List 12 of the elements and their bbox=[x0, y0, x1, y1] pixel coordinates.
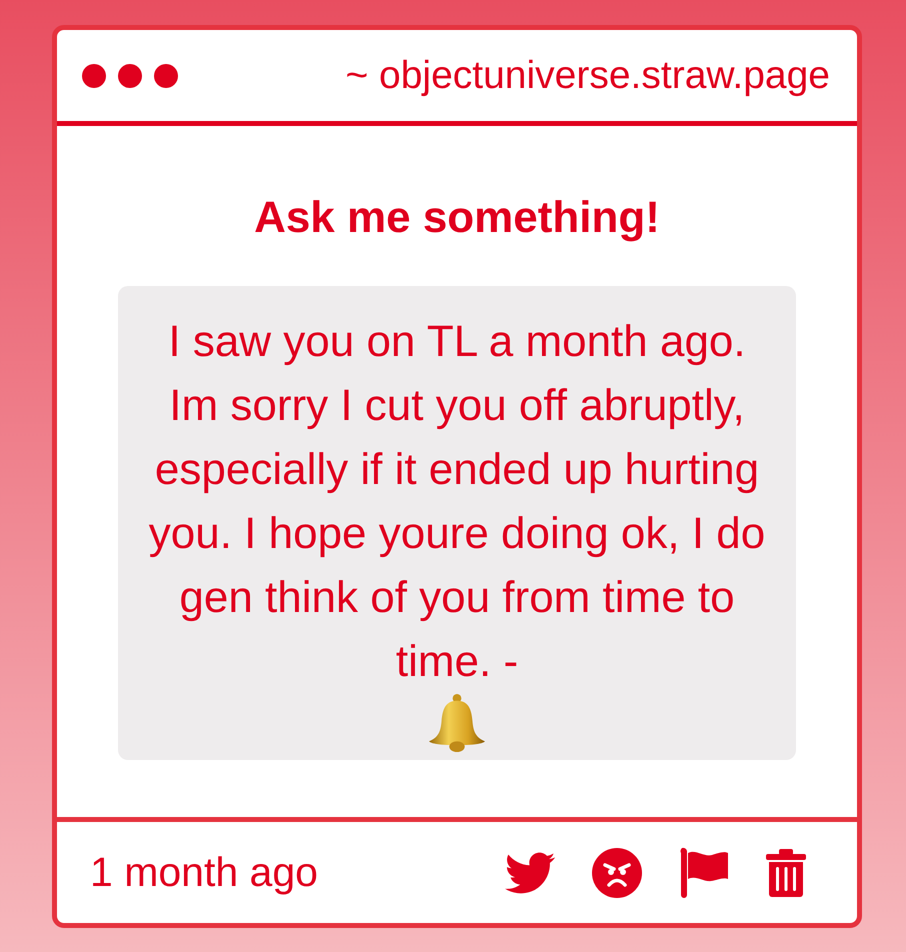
page-url: ~ objectuniverse.straw.page bbox=[345, 54, 830, 98]
message-text: I saw you on TL a month ago. Im sorry I cut you off abruptly, especially if it ended up hurting you. I hope youre doing ok, I do gen think of you from time to time. - bbox=[148, 316, 766, 688]
page-title: Ask me something! bbox=[254, 193, 660, 243]
window-dot-icon bbox=[154, 64, 178, 88]
post-time: 1 month ago bbox=[90, 849, 318, 896]
trash-icon[interactable] bbox=[766, 848, 806, 896]
window-dot-icon bbox=[118, 64, 142, 88]
window-dot-icon bbox=[82, 64, 106, 88]
flag-icon[interactable] bbox=[679, 846, 729, 898]
bell-icon bbox=[429, 694, 485, 752]
angry-face-icon[interactable] bbox=[592, 848, 642, 898]
bird-icon[interactable] bbox=[505, 852, 555, 894]
